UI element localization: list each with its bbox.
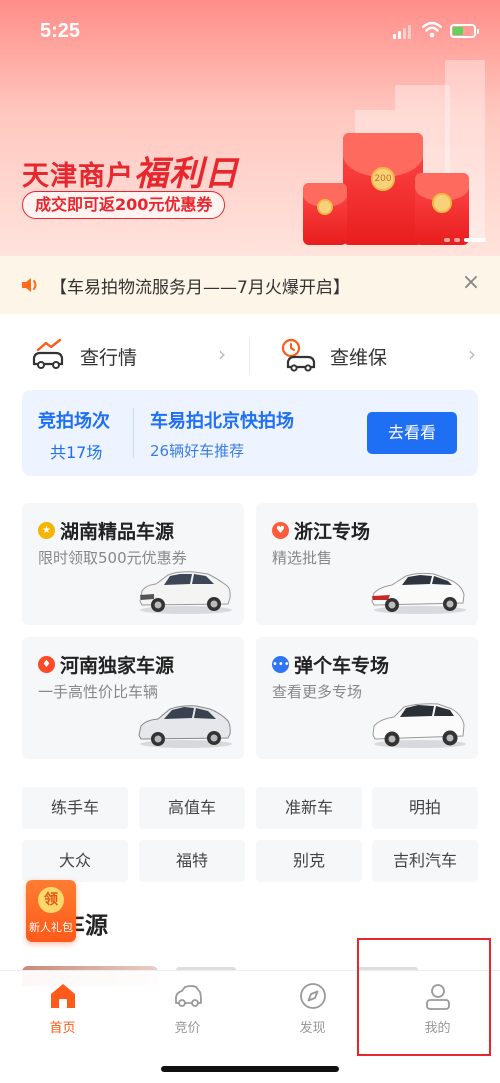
speaker-icon bbox=[22, 278, 37, 292]
auction-count: 共17场 bbox=[50, 443, 103, 462]
auction-label: 竞拍场次 bbox=[38, 411, 110, 432]
banner-pagination bbox=[444, 238, 488, 242]
tag-chip[interactable]: 福特 bbox=[139, 840, 245, 882]
red-envelope-icon bbox=[303, 183, 347, 245]
wifi-icon bbox=[422, 21, 442, 38]
flame-badge-icon: ♦ bbox=[38, 656, 55, 673]
market-car-icon bbox=[32, 338, 64, 369]
car-image bbox=[372, 703, 466, 748]
category-card-dangeche[interactable]: ••• 弹个车专场 查看更多专场 bbox=[256, 637, 478, 759]
gift-badge-icon: 领 bbox=[38, 887, 64, 913]
car-image bbox=[139, 571, 232, 614]
auction-card[interactable]: 竞拍场次 共17场 车易拍北京快拍场 26辆好车推荐 去看看 bbox=[22, 390, 478, 476]
category-title: 湖南精品车源 bbox=[60, 521, 175, 543]
car-image bbox=[371, 572, 466, 614]
compass-icon bbox=[300, 983, 326, 1009]
promo-title: 天津商户福利日 bbox=[22, 155, 239, 193]
category-card-zhejiang[interactable]: ♥ 浙江专场 精选批售 bbox=[256, 503, 478, 625]
promo-subtitle: 成交即可返200元优惠券 bbox=[22, 191, 226, 219]
battery-icon bbox=[450, 24, 479, 38]
quick-entry-market[interactable]: 查行情 › bbox=[0, 318, 250, 394]
red-envelope-icon bbox=[415, 173, 469, 245]
category-title: 浙江专场 bbox=[294, 521, 371, 543]
gift-label: 新人礼包 bbox=[29, 921, 73, 934]
chevron-right-icon: › bbox=[468, 342, 476, 366]
red-envelope-icon: 200 bbox=[343, 133, 423, 245]
category-title: 弹个车专场 bbox=[294, 655, 390, 677]
promo-banner[interactable]: 5:25 天津商户福利日 成交即可返200元优惠券 200 bbox=[0, 0, 500, 256]
star-badge-icon: ★ bbox=[38, 522, 55, 539]
home-indicator bbox=[161, 1066, 339, 1072]
tab-label: 首页 bbox=[49, 1021, 76, 1036]
tab-home[interactable]: 首页 bbox=[0, 981, 125, 1041]
tag-chip[interactable]: 高值车 bbox=[139, 787, 245, 829]
more-badge-icon: ••• bbox=[272, 656, 290, 673]
car-icon bbox=[175, 985, 202, 1007]
chevron-right-icon: › bbox=[218, 342, 226, 366]
status-bar: 5:25 bbox=[0, 0, 500, 60]
tag-chip[interactable]: 大众 bbox=[22, 840, 128, 882]
tab-label: 竞价 bbox=[174, 1021, 201, 1036]
category-subtitle: 查看更多专场 bbox=[272, 683, 363, 701]
category-title: 河南独家车源 bbox=[60, 655, 175, 677]
close-icon[interactable]: × bbox=[458, 270, 484, 296]
car-image bbox=[138, 705, 232, 748]
category-card-henan[interactable]: ♦ 河南独家车源 一手高性价比车辆 bbox=[22, 637, 244, 759]
tag-chip[interactable]: 别克 bbox=[256, 840, 362, 882]
auction-venue: 车易拍北京快拍场 bbox=[150, 411, 294, 432]
new-user-gift-button[interactable]: 领 新人礼包 bbox=[26, 880, 76, 942]
auction-venue-subtitle: 26辆好车推荐 bbox=[150, 442, 245, 460]
maintenance-car-icon bbox=[281, 338, 316, 372]
highlight-box bbox=[357, 938, 491, 1056]
quick-entry-label: 查行情 bbox=[80, 347, 138, 369]
tab-bidding[interactable]: 竞价 bbox=[125, 981, 250, 1041]
category-subtitle: 精选批售 bbox=[272, 549, 333, 567]
quick-entry-label: 查维保 bbox=[330, 347, 388, 369]
category-card-hunan[interactable]: ★ 湖南精品车源 限时领取500元优惠券 bbox=[22, 503, 244, 625]
heart-badge-icon: ♥ bbox=[272, 522, 289, 539]
status-time: 5:25 bbox=[40, 20, 81, 42]
notice-bar[interactable]: 【车易拍物流服务月——7月火爆开启】 × bbox=[0, 256, 500, 314]
tag-chip[interactable]: 明拍 bbox=[372, 787, 478, 829]
tag-chip[interactable]: 吉利汽车 bbox=[372, 840, 478, 882]
signal-icon bbox=[393, 25, 413, 39]
tag-chip[interactable]: 练手车 bbox=[22, 787, 128, 829]
home-icon bbox=[51, 984, 75, 1008]
go-see-button[interactable]: 去看看 bbox=[367, 412, 457, 454]
divider bbox=[133, 408, 134, 458]
tag-chip[interactable]: 准新车 bbox=[256, 787, 362, 829]
notice-text: 【车易拍物流服务月——7月火爆开启】 bbox=[50, 278, 350, 298]
quick-entry-maintenance[interactable]: 查维保 › bbox=[250, 318, 500, 394]
